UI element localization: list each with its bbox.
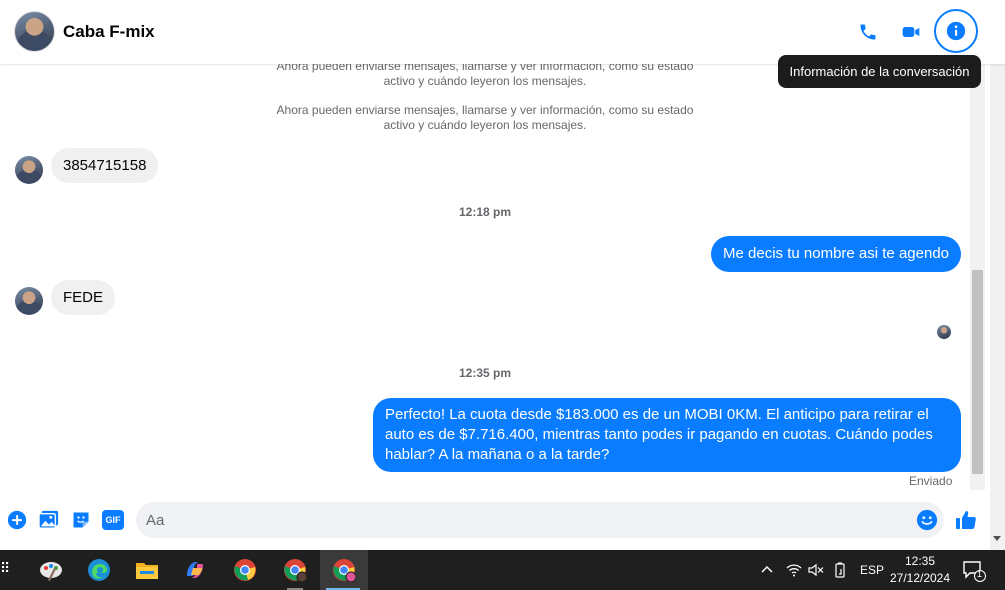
- sticker-icon: [73, 512, 89, 528]
- video-icon: [902, 27, 920, 37]
- like-button[interactable]: [954, 508, 978, 532]
- system-note: Ahora pueden enviarse mensajes, llamarse…: [276, 103, 694, 132]
- window-scrollbar[interactable]: [990, 0, 1005, 550]
- info-icon: [946, 21, 966, 41]
- notification-count: 1: [977, 569, 983, 579]
- incoming-message[interactable]: FEDE: [51, 280, 116, 315]
- thumbs-up-icon: [956, 511, 976, 529]
- incoming-message[interactable]: 3854715158: [51, 148, 159, 183]
- outgoing-message[interactable]: Me decis tu nombre asi te agendo: [711, 236, 961, 272]
- outgoing-message[interactable]: Perfecto! La cuota desde $183.000 es de …: [373, 398, 961, 472]
- taskbar-app-file-explorer[interactable]: [124, 550, 170, 590]
- battery-icon: [835, 562, 845, 578]
- message-input-wrapper: [136, 502, 944, 538]
- emoji-button[interactable]: [916, 509, 938, 531]
- show-hidden-icons-button[interactable]: [760, 550, 774, 590]
- taskbar-app-chrome-profile[interactable]: [272, 550, 318, 590]
- network-status[interactable]: [786, 550, 802, 590]
- message-timestamp: 12:18 pm: [458, 205, 512, 219]
- sender-avatar[interactable]: [15, 287, 43, 315]
- conversation-info-button[interactable]: [934, 9, 978, 53]
- volume-muted-icon: [808, 563, 824, 577]
- gif-button[interactable]: GIF: [102, 509, 124, 531]
- taskbar-app-chrome[interactable]: [222, 550, 268, 590]
- taskbar-app-chrome-active[interactable]: [320, 550, 368, 590]
- clock-date: 27/12/2024: [889, 571, 951, 585]
- taskbar-app-edge[interactable]: [76, 550, 122, 590]
- input-language[interactable]: ESP: [860, 550, 884, 590]
- copilot-icon: [187, 562, 203, 578]
- phone-icon: [860, 24, 876, 40]
- chrome-profile-icon: [333, 559, 356, 582]
- message-timestamp: 12:35 pm: [458, 366, 512, 380]
- audio-call-button[interactable]: [850, 14, 886, 50]
- battery-status[interactable]: [833, 550, 847, 590]
- gif-icon: GIF: [102, 510, 124, 530]
- sticker-button[interactable]: [70, 509, 92, 531]
- wifi-icon: [786, 564, 802, 577]
- more-actions-button[interactable]: [6, 509, 28, 531]
- contact-name[interactable]: Caba F-mix: [63, 22, 155, 42]
- seen-indicator-avatar: [937, 325, 951, 339]
- contact-avatar[interactable]: [14, 11, 55, 52]
- image-icon: [38, 510, 59, 529]
- taskbar-clock[interactable]: 12:35 27/12/2024: [885, 553, 955, 587]
- chrome-profile-icon: [284, 559, 307, 582]
- attach-photo-button[interactable]: [38, 509, 60, 531]
- paint-icon: [40, 562, 62, 581]
- plus-circle-icon: [7, 510, 27, 530]
- smiley-icon: [916, 509, 938, 531]
- edge-icon: [88, 559, 110, 581]
- message-scrollbar-thumb[interactable]: [972, 270, 983, 474]
- volume-status[interactable]: [808, 550, 824, 590]
- message-status: Enviado: [909, 474, 953, 488]
- chrome-icon: [234, 559, 256, 581]
- folder-icon: [136, 563, 158, 579]
- taskbar-app-copilot[interactable]: [172, 550, 218, 590]
- sender-avatar[interactable]: [15, 156, 43, 184]
- scroll-down-arrow[interactable]: [993, 536, 1001, 541]
- chevron-up-icon: [761, 565, 773, 573]
- taskbar-app-paint[interactable]: [28, 550, 74, 590]
- clock-time: 12:35: [904, 554, 936, 568]
- task-view-icon[interactable]: ⠿: [0, 560, 10, 578]
- message-input[interactable]: [146, 502, 906, 538]
- video-call-button[interactable]: [893, 14, 929, 50]
- notification-center-button[interactable]: 1: [962, 560, 986, 582]
- info-tooltip: Información de la conversación: [778, 55, 981, 88]
- notification-icon: [963, 561, 986, 582]
